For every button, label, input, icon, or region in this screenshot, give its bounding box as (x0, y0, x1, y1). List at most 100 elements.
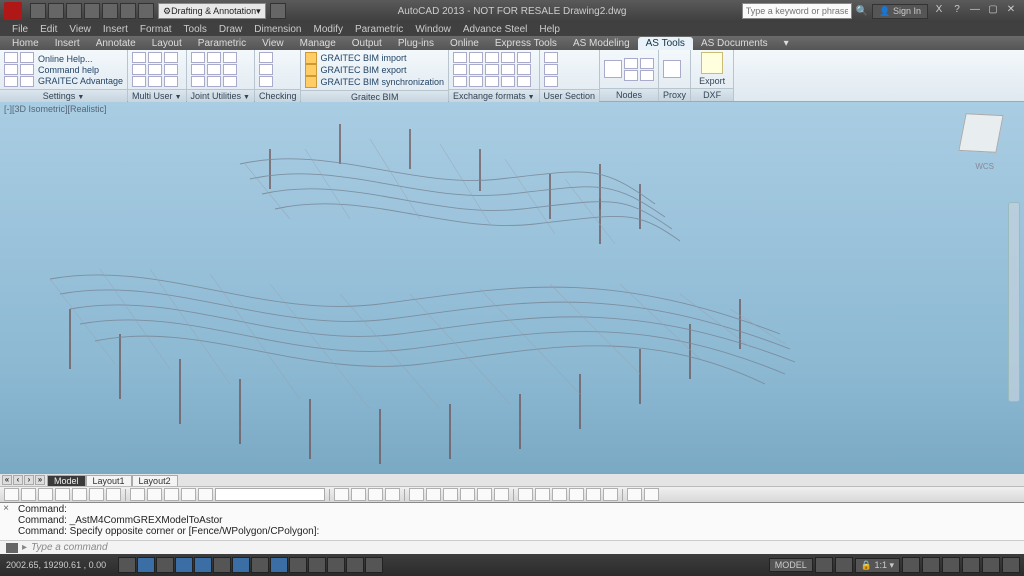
anno-scale[interactable]: 🔒 1:1 ▾ (855, 558, 900, 573)
tool-icon[interactable] (535, 488, 550, 501)
tab-parametric[interactable]: Parametric (190, 37, 254, 50)
tool-icon[interactable] (181, 488, 196, 501)
otrack-toggle[interactable] (232, 557, 250, 573)
ex-icon[interactable] (485, 52, 499, 63)
tool-icon[interactable] (426, 488, 441, 501)
tool-icon[interactable] (334, 488, 349, 501)
proxy-icon[interactable] (663, 60, 681, 78)
tool-icon[interactable] (552, 488, 567, 501)
panel-label-checking[interactable]: Checking (255, 89, 301, 102)
settings-icon-1[interactable] (4, 52, 18, 63)
tool-icon[interactable] (385, 488, 400, 501)
polar-toggle[interactable] (175, 557, 193, 573)
am-toggle[interactable] (365, 557, 383, 573)
ju-icon[interactable] (207, 64, 221, 75)
link-bim-sync[interactable]: GRAITEC BIM synchronization (305, 76, 444, 88)
qat-dropdown-icon[interactable] (270, 3, 286, 19)
tab-online[interactable]: Online (442, 37, 487, 50)
mu-icon[interactable] (148, 52, 162, 63)
settings-icon-4[interactable] (20, 52, 34, 63)
qat-plot-icon[interactable] (102, 3, 118, 19)
nav-next-icon[interactable]: › (24, 475, 34, 485)
tool-icon[interactable] (368, 488, 383, 501)
menu-advance-steel[interactable]: Advance Steel (463, 24, 528, 35)
ju-icon[interactable] (207, 52, 221, 63)
link-online-help[interactable]: Online Help... (38, 54, 123, 64)
tool-icon[interactable] (569, 488, 584, 501)
lwt-toggle[interactable] (289, 557, 307, 573)
tab-layout[interactable]: Layout (144, 37, 190, 50)
qat-new-icon[interactable] (30, 3, 46, 19)
link-graitec-advantage[interactable]: GRAITEC Advantage (38, 76, 123, 86)
us-icon[interactable] (544, 64, 558, 75)
tab-output[interactable]: Output (344, 37, 390, 50)
node-icon[interactable] (624, 58, 638, 69)
tool-icon[interactable] (164, 488, 179, 501)
ex-icon[interactable] (501, 52, 515, 63)
close-icon[interactable]: ✕ (1004, 4, 1018, 18)
menu-edit[interactable]: Edit (40, 24, 57, 35)
menu-modify[interactable]: Modify (314, 24, 343, 35)
status-icon[interactable] (982, 557, 1000, 573)
ju-icon[interactable] (223, 52, 237, 63)
app-logo[interactable] (4, 2, 22, 20)
command-window[interactable]: × Command: Command: _AstM4CommGREXModelT… (0, 502, 1024, 540)
clean-screen-icon[interactable] (1002, 557, 1020, 573)
chk-icon[interactable] (259, 64, 273, 75)
minimize-icon[interactable]: — (968, 4, 982, 18)
ju-icon[interactable] (223, 76, 237, 87)
ju-icon[interactable] (191, 76, 205, 87)
ju-icon[interactable] (207, 76, 221, 87)
tool-icon[interactable] (460, 488, 475, 501)
tab-manage[interactable]: Manage (292, 37, 344, 50)
ex-icon[interactable] (453, 52, 467, 63)
nav-first-icon[interactable]: « (2, 475, 12, 485)
menu-view[interactable]: View (69, 24, 91, 35)
layout-tab-layout2[interactable]: Layout2 (132, 475, 178, 486)
exchange-icon[interactable]: X (932, 4, 946, 18)
panel-label-usersection[interactable]: User Section (540, 89, 600, 102)
menu-file[interactable]: File (12, 24, 28, 35)
tab-as-tools[interactable]: AS Tools (638, 37, 693, 50)
tool-icon[interactable] (644, 488, 659, 501)
panel-label-multiuser[interactable]: Multi User▼ (128, 89, 185, 102)
menu-tools[interactable]: Tools (184, 24, 207, 35)
model-space-chip[interactable]: MODEL (769, 558, 813, 572)
mu-icon[interactable] (164, 64, 178, 75)
tool-icon[interactable] (586, 488, 601, 501)
ducs-toggle[interactable] (251, 557, 269, 573)
panel-label-nodes[interactable]: Nodes (600, 88, 658, 101)
tool-icon[interactable] (198, 488, 213, 501)
link-command-help[interactable]: Command help (38, 65, 123, 75)
node-icon[interactable] (624, 70, 638, 81)
wcs-label[interactable]: WCS (975, 162, 994, 171)
tab-insert[interactable]: Insert (47, 37, 88, 50)
ex-icon[interactable] (469, 76, 483, 87)
menu-format[interactable]: Format (140, 24, 172, 35)
nav-bar[interactable] (1008, 202, 1020, 402)
signin-button[interactable]: 👤 Sign In (872, 4, 928, 19)
tool-icon[interactable] (518, 488, 533, 501)
ju-icon[interactable] (191, 52, 205, 63)
mu-icon[interactable] (148, 76, 162, 87)
search-icon[interactable]: 🔍 (856, 6, 868, 17)
qp-toggle[interactable] (327, 557, 345, 573)
us-icon[interactable] (544, 76, 558, 87)
tool-icon[interactable] (4, 488, 19, 501)
mu-icon[interactable] (132, 64, 146, 75)
ex-icon[interactable] (453, 64, 467, 75)
menu-insert[interactable]: Insert (103, 24, 128, 35)
panel-label-settings[interactable]: Settings▼ (0, 89, 127, 102)
tool-icon[interactable] (443, 488, 458, 501)
qat-open-icon[interactable] (48, 3, 64, 19)
tab-express[interactable]: Express Tools (487, 37, 565, 50)
tab-annotate[interactable]: Annotate (88, 37, 144, 50)
ex-icon[interactable] (485, 64, 499, 75)
status-icon[interactable] (942, 557, 960, 573)
layout-tab-layout1[interactable]: Layout1 (86, 475, 132, 486)
chk-icon[interactable] (259, 76, 273, 87)
ex-icon[interactable] (453, 76, 467, 87)
status-icon[interactable] (815, 557, 833, 573)
ex-icon[interactable] (517, 52, 531, 63)
status-icon[interactable] (902, 557, 920, 573)
